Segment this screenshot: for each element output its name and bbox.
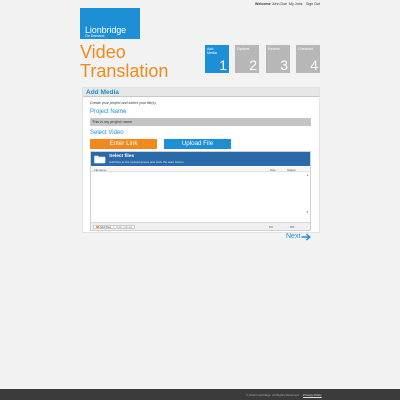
step-add-media: Add Media 1 [205, 45, 229, 73]
uploader-footer: Add files Start upload 0 b 0% [91, 222, 310, 230]
step-label: Options [237, 47, 250, 51]
total-size: 0 b [269, 225, 274, 229]
top-bar: Welcome John Doe My Jobs Sign Out [0, 0, 400, 9]
arrow-right-icon[interactable] [301, 233, 311, 241]
step-label: Media [207, 51, 217, 55]
add-icon [96, 225, 99, 228]
page-title-line2: Translation [80, 61, 169, 81]
folder-icon [94, 155, 106, 164]
panel-header: Add Media [83, 88, 319, 97]
logo-brand: Lionbridge [85, 25, 127, 35]
step-label: Review [268, 47, 280, 51]
select-video-label: Select Video [90, 130, 124, 136]
step-checkout: Checkout 4 [296, 45, 320, 73]
scroll-up-icon[interactable]: ▲ [306, 173, 309, 177]
privacy-policy-link[interactable]: Privacy Policy [303, 393, 322, 397]
file-uploader: Select files Add files to the upload que… [90, 151, 311, 231]
step-number: 3 [280, 57, 288, 73]
enter-link-button[interactable]: Enter Link [90, 139, 157, 149]
scroll-down-icon[interactable]: ▼ [306, 210, 309, 214]
column-filename: Filename [94, 167, 107, 172]
start-upload-label: Start upload [116, 224, 133, 229]
step-options: Options 2 [235, 45, 259, 73]
sign-out-link[interactable]: Sign Out [306, 2, 320, 6]
add-files-label: Add files [99, 224, 112, 229]
start-upload-button[interactable]: Start upload [113, 224, 136, 229]
uploader-subtitle: Add files to the upload queue and click … [109, 160, 185, 164]
lionbridge-logo[interactable]: Lionbridge On Demand [80, 8, 140, 39]
page-title-line1: Video [80, 42, 126, 62]
step-label: Checkout [298, 47, 314, 51]
footer: © 2012 Lionbridge. All Rights Reserved. … [0, 389, 400, 400]
instruction-text: Create your project and select your file… [90, 101, 156, 105]
user-name: John Doe [271, 2, 288, 6]
total-percent: 0% [290, 225, 295, 229]
file-list-header: Filename Size Status [91, 167, 310, 172]
copyright-text: © 2012 Lionbridge. All Rights Reserved. [246, 393, 300, 397]
next-link[interactable]: Next [286, 233, 300, 240]
step-review: Review 3 [266, 45, 290, 73]
page-title: Video Translation [80, 43, 168, 81]
project-name-label: Project Name [90, 109, 127, 115]
project-name-input[interactable] [90, 118, 311, 126]
step-number: 4 [310, 57, 318, 73]
my-jobs-link[interactable]: My Jobs [289, 2, 302, 6]
step-number: 1 [219, 57, 227, 73]
uploader-header: Select files Add files to the upload que… [91, 152, 310, 166]
add-files-button[interactable]: Add files [93, 224, 115, 229]
upload-file-button[interactable]: Upload File [164, 139, 231, 149]
welcome-text: Welcome John Doe [255, 2, 288, 6]
uploader-title: Select files [109, 154, 135, 159]
add-media-panel: Add Media Create your project and select… [82, 87, 320, 233]
column-size: Size [270, 167, 276, 172]
step-number: 2 [249, 57, 257, 73]
column-status: Status [287, 167, 296, 172]
